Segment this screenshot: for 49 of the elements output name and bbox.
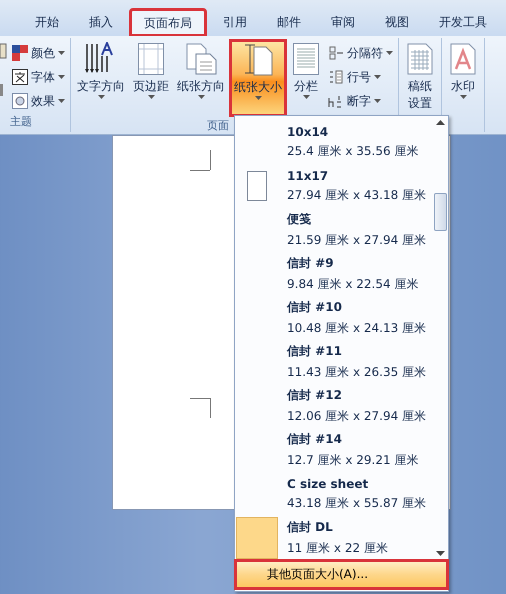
ribbon-button[interactable]: 效果 <box>10 90 67 112</box>
page-lines-icon <box>291 42 321 76</box>
pages-icon <box>184 42 218 76</box>
paper-size-item[interactable]: 信封 #12 12.06 厘米 x 27.94 厘米 <box>235 384 432 428</box>
ribbon-tab[interactable]: 审阅 <box>318 9 368 36</box>
highlight-swatch <box>236 517 278 559</box>
grid-paper-icon <box>405 42 435 76</box>
scroll-up-icon[interactable] <box>436 120 444 125</box>
hyphenation-icon <box>328 93 344 109</box>
ribbon-button[interactable]: 稿纸设置 <box>402 40 438 116</box>
ribbon-button[interactable]: 水印 <box>445 40 481 116</box>
ribbon-button[interactable]: 文字方向 <box>74 40 128 116</box>
font-icon <box>12 69 28 85</box>
ribbon-tab[interactable]: 插入 <box>76 9 126 36</box>
watermark-page-icon <box>448 42 478 76</box>
paper-size-item[interactable]: 11x17 27.94 厘米 x 43.18 厘米 <box>235 164 432 208</box>
page-icon <box>247 171 267 201</box>
group-label: 主题 <box>10 115 32 128</box>
ribbon-button[interactable]: 行号 <box>326 66 395 88</box>
ribbon-tab[interactable]: 开发工具 <box>426 9 500 36</box>
scroll-down-icon[interactable] <box>436 551 444 556</box>
ribbon-button[interactable]: 纸张大小 <box>230 40 286 116</box>
ribbon-button[interactable]: 纸张方向 <box>174 40 228 116</box>
paper-size-item[interactable]: C size sheet 43.18 厘米 x 55.87 厘米 <box>235 472 432 516</box>
line-numbers-icon <box>328 69 344 85</box>
ribbon-tab[interactable]: 页面布局 <box>130 9 206 36</box>
paper-size-item[interactable]: 信封 #14 12.7 厘米 x 29.21 厘米 <box>235 428 432 472</box>
ribbon-tab[interactable]: 邮件 <box>264 9 314 36</box>
paper-size-item[interactable]: 信封 #9 9.84 厘米 x 22.54 厘米 <box>235 252 432 296</box>
ribbon-button[interactable]: 分隔符 <box>326 42 395 64</box>
paper-size-item[interactable]: 信封 DL 11 厘米 x 22 厘米 <box>235 516 432 560</box>
scrollbar-thumb[interactable] <box>434 193 447 231</box>
breaks-icon <box>328 45 344 61</box>
page-margins-icon <box>136 42 166 76</box>
paper-size-item[interactable]: 便笺 21.59 厘米 x 27.94 厘米 <box>235 208 432 252</box>
ribbon-button[interactable]: 字体 <box>10 66 67 88</box>
ribbon-button[interactable]: 断字 <box>326 90 395 112</box>
color-squares-icon <box>12 45 28 61</box>
ribbon-button[interactable]: 页边距 <box>130 40 172 116</box>
ribbon-tab[interactable]: 开始 <box>22 9 72 36</box>
group-label: 页面 <box>207 119 229 132</box>
paper-size-item[interactable]: 10x14 25.4 厘米 x 35.56 厘米 <box>235 120 432 164</box>
more-sizes-button[interactable]: 其他页面大小(A)... <box>235 560 448 589</box>
ribbon-button[interactable]: 颜色 <box>10 42 67 64</box>
ribbon-button[interactable]: 分栏 <box>288 40 324 116</box>
ribbon-tab[interactable]: 视图 <box>372 9 422 36</box>
ribbon-tab[interactable]: 引用 <box>210 9 260 36</box>
paper-size-item[interactable]: 信封 #11 11.43 厘米 x 26.35 厘米 <box>235 340 432 384</box>
paper-size-item[interactable]: 信封 #10 10.48 厘米 x 24.13 厘米 <box>235 296 432 340</box>
